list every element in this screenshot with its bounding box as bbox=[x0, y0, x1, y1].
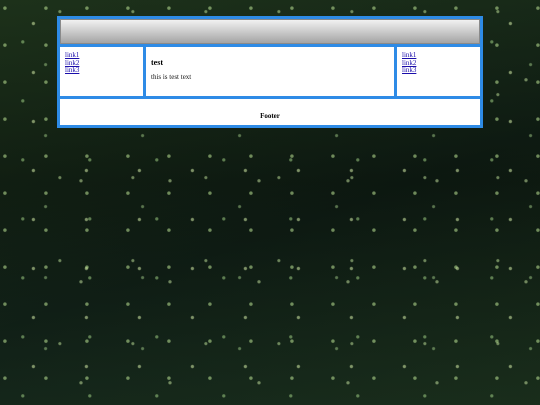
footer: Footer bbox=[60, 99, 480, 125]
footer-text: Footer bbox=[260, 112, 280, 120]
page-frame: link1 link2 link3 test this is test text… bbox=[57, 16, 483, 128]
left-sidebar: link1 link2 link3 bbox=[60, 47, 143, 96]
right-nav-link-3[interactable]: link3 bbox=[402, 66, 475, 75]
content-title: test bbox=[151, 58, 163, 67]
main-content: test this is test text bbox=[146, 47, 394, 96]
left-nav-link-3[interactable]: link3 bbox=[65, 66, 138, 75]
right-sidebar: link1 link2 link3 bbox=[397, 47, 480, 96]
header-bar bbox=[60, 19, 480, 44]
content-text: this is test text bbox=[151, 73, 192, 81]
